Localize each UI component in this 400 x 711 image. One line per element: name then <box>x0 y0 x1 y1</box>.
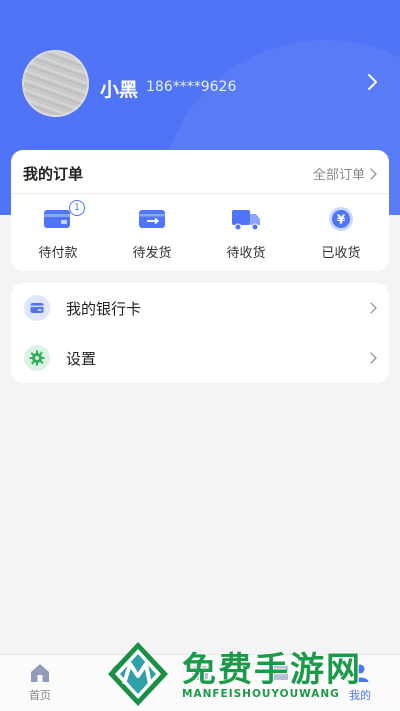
order-label: 待收货 <box>226 246 266 261</box>
all-orders-label: 全部订单 <box>312 168 365 183</box>
chevron-right-icon <box>370 352 377 364</box>
order-label: 已收货 <box>321 246 361 261</box>
order-label: 待付款 <box>38 246 78 261</box>
home-icon <box>31 664 49 682</box>
package-send-icon <box>135 204 169 234</box>
order-pending-receipt[interactable]: 待收货 <box>206 204 286 261</box>
avatar[interactable] <box>22 50 89 117</box>
menu-card: 我的银行卡 设置 <box>11 283 389 383</box>
orders-title: 我的订单 <box>23 165 84 183</box>
menu-item-label: 我的银行卡 <box>66 299 142 318</box>
order-label: 待发货 <box>132 246 172 261</box>
wallet-icon: 1 <box>41 200 85 234</box>
orders-card: 我的订单 全部订单 1 待付款 待发货 待收货 ¥ 已收货 <box>11 150 389 271</box>
delivery-truck-icon <box>229 204 263 234</box>
svg-text:¥: ¥ <box>337 213 346 227</box>
settings-gear-icon <box>24 345 50 371</box>
menu-item-bank-card[interactable]: 我的银行卡 <box>11 283 389 333</box>
chevron-right-icon <box>370 302 377 314</box>
chevron-right-icon <box>370 167 377 180</box>
tab-home[interactable]: 首页 <box>0 661 80 703</box>
yen-coin-icon: ¥ <box>324 204 358 234</box>
order-received[interactable]: ¥ 已收货 <box>301 204 381 261</box>
tab-label: 首页 <box>29 689 51 702</box>
phone-number: 186****9626 <box>146 79 237 95</box>
order-pending-payment[interactable]: 1 待付款 <box>18 200 98 261</box>
divider <box>11 193 389 194</box>
username: 小黑 <box>100 79 139 101</box>
watermark-subtitle: MANFEISHOUYOUWANG <box>182 688 340 700</box>
watermark-title: 免费手游网 <box>182 650 362 690</box>
watermark-logo-icon <box>108 642 168 706</box>
menu-item-settings[interactable]: 设置 <box>11 333 389 383</box>
chevron-right-icon[interactable] <box>364 72 380 92</box>
order-count-badge: 1 <box>69 200 85 216</box>
watermark: 免费手游网 MANFEISHOUYOUWANG <box>104 640 400 711</box>
bank-card-icon <box>24 295 50 321</box>
menu-item-label: 设置 <box>66 349 97 368</box>
order-pending-shipment[interactable]: 待发货 <box>112 204 192 261</box>
all-orders-link[interactable]: 全部订单 <box>313 164 377 183</box>
